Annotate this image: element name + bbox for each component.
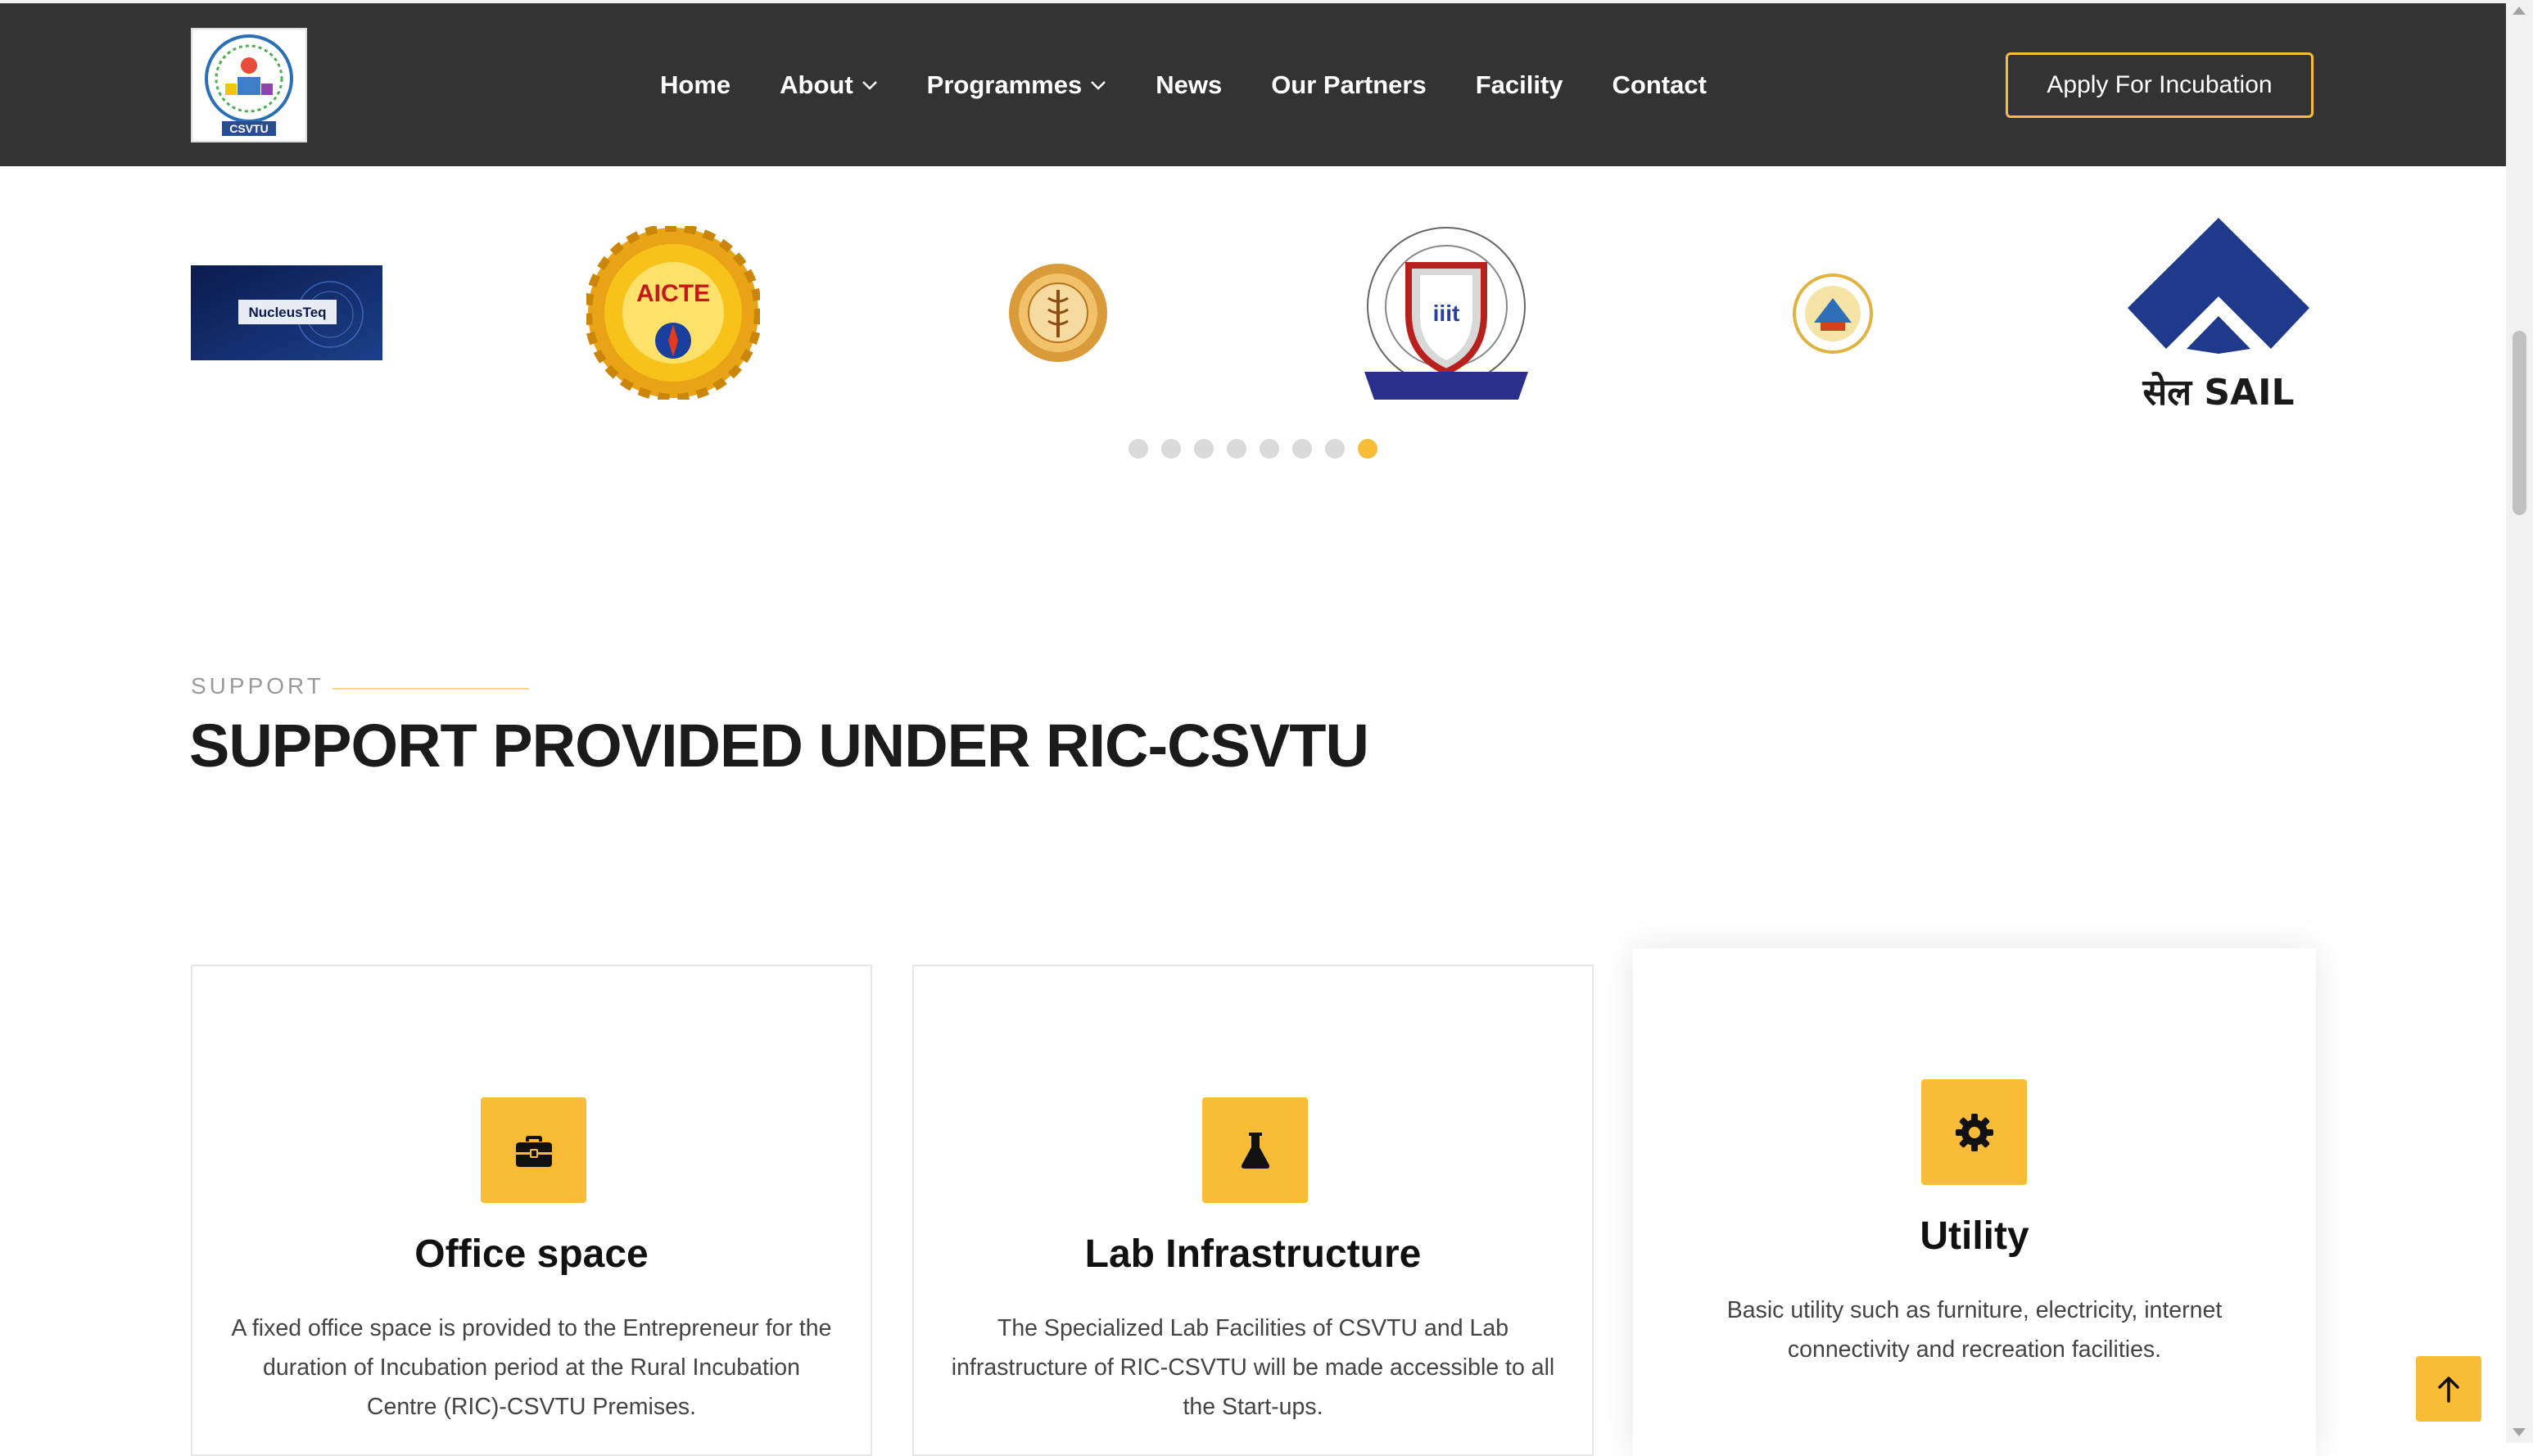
nav-home[interactable]: Home	[660, 70, 730, 100]
briefcase-icon	[481, 1097, 586, 1203]
carousel-dot-7[interactable]	[1325, 439, 1345, 459]
iiit-pune-logo-icon: iiit	[1364, 227, 1528, 400]
page-scrollbar[interactable]	[2506, 0, 2533, 1443]
card-title: Office space	[414, 1232, 649, 1276]
nav-contact[interactable]: Contact	[1613, 70, 1707, 100]
carousel-dot-3[interactable]	[1194, 439, 1214, 459]
nav-programmes[interactable]: Programmes	[927, 70, 1107, 100]
carousel-dot-8[interactable]	[1358, 439, 1377, 459]
section-eyebrow: SUPPORT	[191, 673, 324, 699]
csvtu-emblem-icon: CSVTU	[205, 34, 293, 136]
nav-news[interactable]: News	[1156, 70, 1222, 100]
nav-about-label: About	[780, 70, 853, 99]
nav-home-label: Home	[660, 70, 731, 99]
site-header: CSVTU Home About Programmes News Our Par…	[0, 3, 2506, 166]
card-description: The Specialized Lab Facilities of CSVTU …	[951, 1315, 1555, 1420]
sail-text: सेल SAIL	[2142, 371, 2294, 414]
aicte-logo-icon: AICTE	[584, 224, 762, 402]
nav-our-partners[interactable]: Our Partners	[1271, 70, 1427, 100]
medical-seal-icon	[1009, 264, 1107, 362]
back-to-top-button[interactable]	[2416, 1356, 2481, 1422]
carousel-dot-2[interactable]	[1161, 439, 1181, 459]
nav-facility-label: Facility	[1475, 70, 1563, 99]
scroll-up-arrow-icon[interactable]	[2513, 7, 2526, 15]
csvtu-logo[interactable]: CSVTU	[191, 28, 307, 142]
eyebrow-divider	[332, 688, 529, 690]
nucleusteq-text: NucleusTeq	[248, 305, 326, 320]
card-description: Basic utility such as furniture, electri…	[1726, 1297, 2223, 1363]
institute-seal-icon	[1793, 274, 1873, 354]
partner-logo-iiit-pune[interactable]: iiit	[1355, 224, 1538, 410]
carousel-dot-5[interactable]	[1260, 439, 1279, 459]
scrollbar-thumb[interactable]	[2513, 331, 2526, 515]
gear-icon	[1921, 1079, 2027, 1185]
nav-our-partners-label: Our Partners	[1271, 70, 1427, 99]
card-title: Lab Infrastructure	[1084, 1232, 1422, 1276]
carousel-pagination	[1129, 439, 1391, 459]
carousel-dot-4[interactable]	[1227, 439, 1246, 459]
card-description: A fixed office space is provided to the …	[231, 1315, 832, 1420]
support-card-utility: Utility Basic utility such as furniture,…	[1633, 948, 2316, 1456]
nav-programmes-label: Programmes	[926, 70, 1083, 99]
partner-logo-nucleusteq[interactable]: NucleusTeq	[191, 265, 382, 364]
sail-logo-icon: सेल SAIL	[2128, 218, 2309, 414]
logo-caption: CSVTU	[229, 122, 268, 135]
nav-news-label: News	[1156, 70, 1223, 99]
carousel-dot-6[interactable]	[1292, 439, 1312, 459]
flask-icon	[1202, 1097, 1308, 1203]
aicte-text: AICTE	[636, 280, 710, 307]
chevron-down-icon	[862, 80, 878, 90]
partner-logo-aicte[interactable]: AICTE	[584, 224, 762, 404]
partner-logo-medical-seal[interactable]	[1007, 262, 1109, 368]
section-title: SUPPORT PROVIDED UNDER RIC-CSVTU	[189, 712, 1369, 780]
nav-about[interactable]: About	[780, 70, 878, 100]
nav-facility[interactable]: Facility	[1476, 70, 1563, 100]
chevron-down-icon	[1090, 80, 1106, 90]
main-nav: Home About Programmes News Our Partners …	[660, 3, 1756, 166]
arrow-up-icon	[2438, 1377, 2459, 1403]
carousel-dot-1[interactable]	[1129, 439, 1148, 459]
partner-logo-sail[interactable]: सेल SAIL	[2128, 218, 2309, 418]
iiit-text: iiit	[1433, 301, 1460, 326]
support-card-lab-infrastructure: Lab Infrastructure The Specialized Lab F…	[912, 965, 1594, 1456]
nucleusteq-logo-icon: NucleusTeq	[191, 265, 382, 360]
partner-logo-institute-seal[interactable]	[1793, 274, 1873, 358]
nav-contact-label: Contact	[1612, 70, 1707, 99]
scroll-down-arrow-icon[interactable]	[2513, 1428, 2526, 1436]
support-card-office-space: Office space A fixed office space is pro…	[191, 965, 872, 1456]
card-title: Utility	[1920, 1214, 2029, 1258]
apply-for-incubation-button[interactable]: Apply For Incubation	[2006, 52, 2314, 118]
